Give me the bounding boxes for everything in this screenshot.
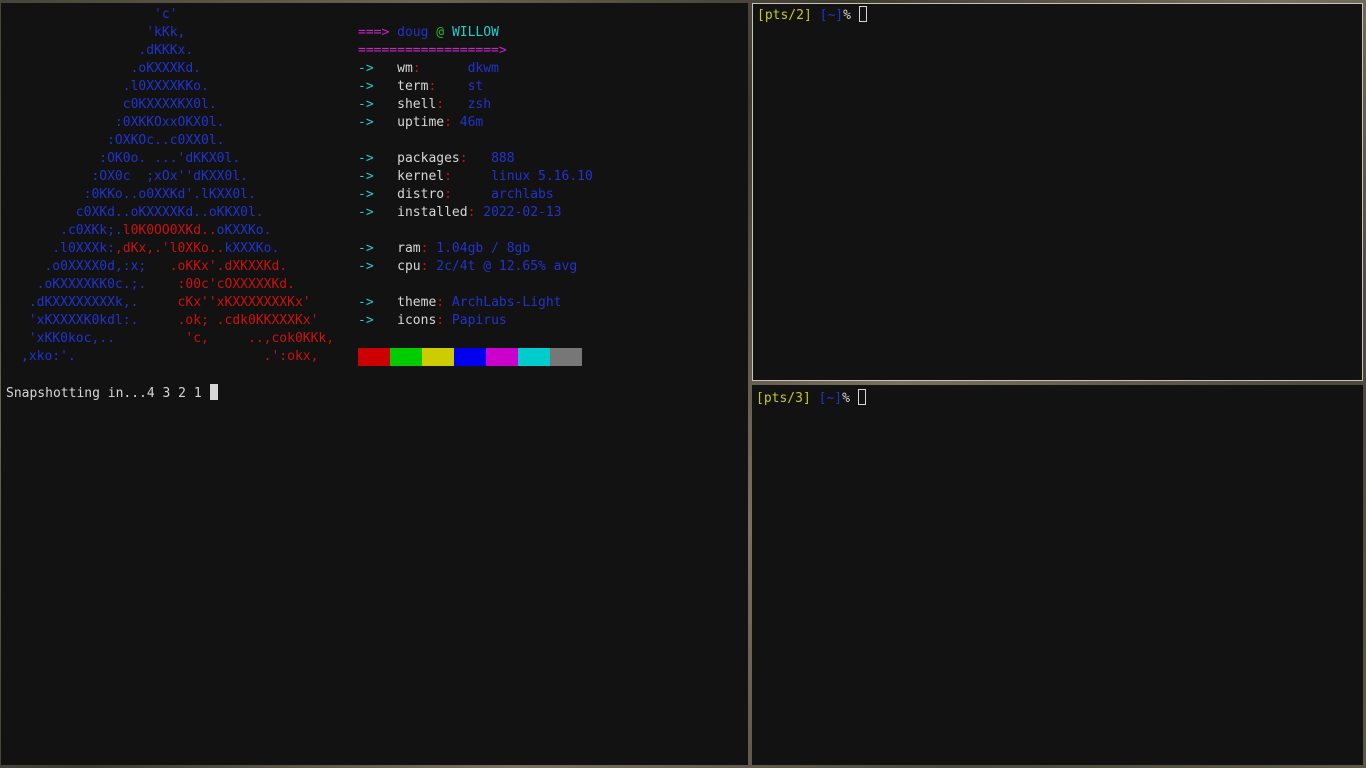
logo-line: :OX0c ;xOx''dKXX0l. [21, 169, 248, 184]
info-uptime: -> uptime: 46m [358, 115, 484, 130]
info-value: linux 5.16.10 [451, 169, 593, 184]
prompt-symbol: % [843, 8, 851, 23]
user-host-line: ===> doug @ WILLOW [358, 24, 499, 42]
info-term: -> term: st [358, 79, 484, 94]
logo-line: ,xko:'. .':okx, [21, 349, 319, 364]
snapshot-line: Snapshotting in...4 3 2 1 [6, 384, 218, 402]
info-theme: -> theme: ArchLabs-Light [358, 295, 562, 310]
terminal-main[interactable]: 'c' 'kKk, .dKKKx. .oKXXXKd. .l0XXXXKKo. … [1, 3, 748, 765]
info-packages: -> packages: 888 [358, 151, 515, 166]
color-palette [358, 348, 582, 366]
logo-line: :0KKo..o0XXKd'.lKXX0l. [21, 187, 256, 202]
info-value: 2c/4t @ 12.65% avg [428, 259, 578, 274]
at-sign: @ [436, 25, 445, 40]
info-cpu: -> cpu: 2c/4t @ 12.65% avg [358, 259, 578, 274]
pts-label: pts/3 [763, 391, 803, 406]
info-key: uptime [397, 115, 445, 130]
logo-line: :OK0o. ...'dKKX0l. [21, 151, 241, 166]
info-value: 888 [467, 151, 515, 166]
color-swatch [550, 348, 582, 366]
snapshot-text: Snapshotting in...4 3 2 1 [6, 386, 210, 401]
logo-line: .dKXXXXXXXXk,. cKx''xKXXXXXXXKx' [21, 295, 311, 310]
info-key: shell [397, 97, 437, 112]
prompt-line: [pts/3] [~]% [756, 389, 866, 407]
logo-line: 'xKXXXXK0kdl:. .ok; .cdk0KKXXXKx' [21, 313, 319, 328]
logo-line: .o0XXXX0d,:x; .oKKx'.dXKXXKd. [21, 259, 288, 274]
info-key: distro [397, 187, 445, 202]
info-key: installed [397, 205, 468, 220]
info-value: 2022-02-13 [475, 205, 562, 220]
header-arrow: ===> [358, 25, 390, 40]
text-cursor [857, 389, 866, 405]
info-key: theme [397, 295, 437, 310]
text-cursor [858, 6, 867, 22]
logo-line: .oKXXXKd. [21, 61, 202, 76]
info-value: zsh [444, 97, 492, 112]
info-key: packages [397, 151, 460, 166]
info-value: dkwm [420, 61, 499, 76]
logo-line: .oKXXXXKK0c.;. :00c'cOXXXXXKd. [21, 277, 295, 292]
prompt-line: [pts/2] [~]% [757, 6, 867, 24]
text-cursor [209, 384, 218, 400]
info-icons: -> icons: Papirus [358, 313, 507, 328]
username: doug [397, 25, 429, 40]
color-swatch [390, 348, 422, 366]
info-distro: -> distro: archlabs [358, 187, 554, 202]
pts-label: pts/2 [764, 8, 804, 23]
color-swatch [486, 348, 518, 366]
color-swatch [422, 348, 454, 366]
color-swatch [518, 348, 550, 366]
logo-line: 'c' [21, 7, 178, 22]
logo-line: .dKKKx. [21, 43, 194, 58]
info-key: icons [397, 313, 437, 328]
info-ram: -> ram: 1.04gb / 8gb [358, 241, 531, 256]
info-value: archlabs [451, 187, 554, 202]
info-value: 46m [451, 115, 484, 130]
info-key: term [397, 79, 429, 94]
color-swatch [454, 348, 486, 366]
logo-line: 'kKk, [21, 25, 186, 40]
logo-line: .c0XKk;.l0K0OO0XKd..oKXXKo. [21, 223, 272, 238]
info-key: cpu [397, 259, 421, 274]
info-value: 1.04gb / 8gb [428, 241, 531, 256]
header-rule: ==================> [358, 43, 507, 58]
info-value: Papirus [444, 313, 507, 328]
logo-line: :0XKKOxxOKX0l. [21, 115, 225, 130]
logo-line: 'xKK0koc,.. 'c, ..,cok0KKk, [21, 331, 335, 346]
logo-line: .l0XXXXKKo. [21, 79, 209, 94]
info-key: ram [397, 241, 421, 256]
color-swatch [358, 348, 390, 366]
info-key: wm [397, 61, 413, 76]
terminal-pts3[interactable]: [pts/3] [~]% [752, 385, 1363, 765]
info-kernel: -> kernel: linux 5.16.10 [358, 169, 593, 184]
info-shell: -> shell: zsh [358, 97, 492, 112]
prompt-symbol: % [842, 391, 850, 406]
logo-line: c0XKd..oKXXXXKd..oKKX0l. [21, 205, 264, 220]
info-key: kernel [397, 169, 445, 184]
logo-line: :OXKOc..c0XX0l. [21, 133, 225, 148]
hostname: WILLOW [451, 25, 499, 40]
info-value: st [436, 79, 484, 94]
terminal-pts2[interactable]: [pts/2] [~]% [752, 3, 1363, 381]
info-wm: -> wm: dkwm [358, 61, 499, 76]
info-value: ArchLabs-Light [444, 295, 562, 310]
logo-line: c0KXXXXKX0l. [21, 97, 217, 112]
logo-line: .l0XXXk:,dKx,.'l0XKo..kXXXKo. [21, 241, 280, 256]
info-installed: -> installed: 2022-02-13 [358, 205, 562, 220]
